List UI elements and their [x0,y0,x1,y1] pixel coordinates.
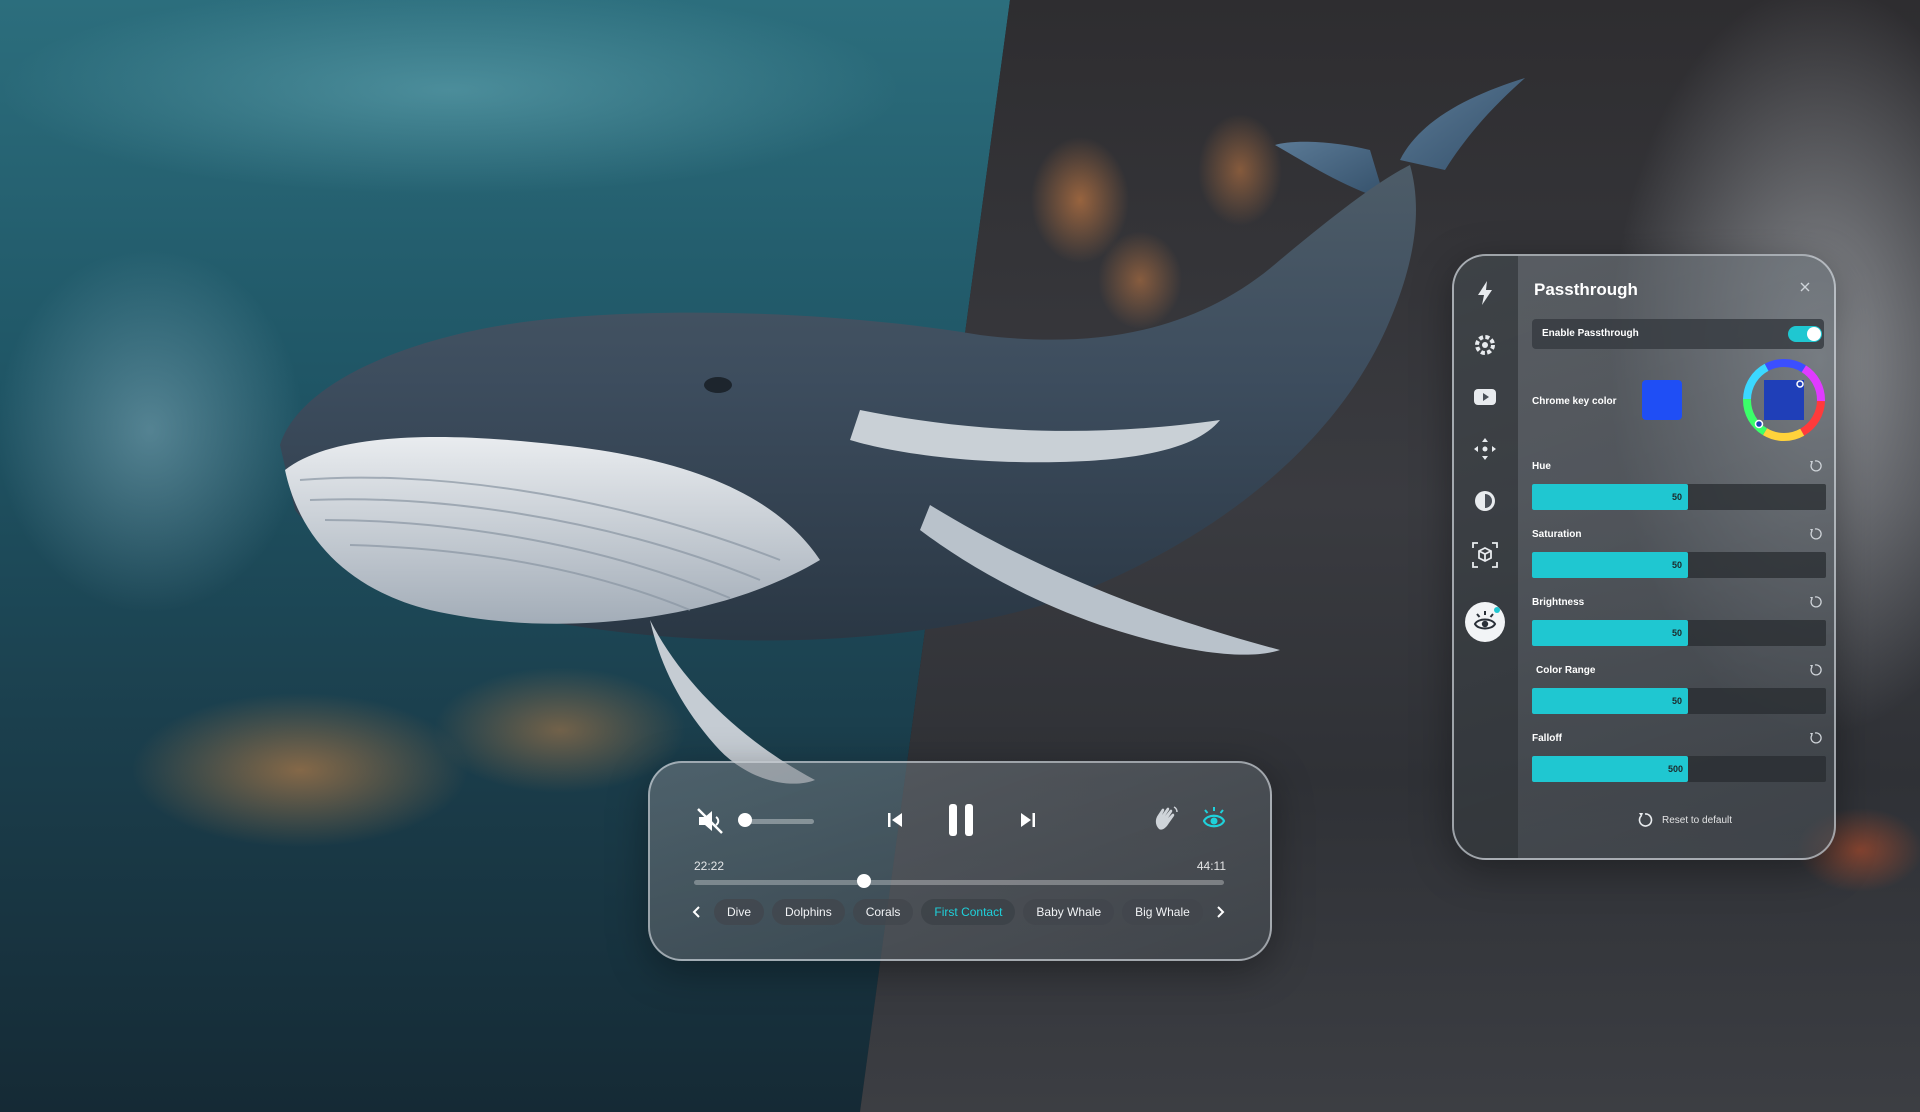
chapter-chip[interactable]: Dolphins [772,899,845,925]
reset-to-default-button[interactable]: Reset to default [1636,810,1732,830]
chroma-key-swatch[interactable] [1642,380,1682,420]
saturation-label: Saturation [1532,529,1582,540]
saturation-slider[interactable]: 50 [1532,552,1826,578]
slider-fill [1532,484,1688,510]
saturation-value: 50 [1672,560,1683,570]
3d-cube-icon[interactable] [1470,540,1500,570]
reset-icon[interactable] [1808,459,1822,473]
close-icon[interactable] [1798,280,1812,294]
passthrough-panel: Passthrough Enable Passthrough Chrome ke… [1452,254,1836,860]
toggle-knob [1807,327,1821,341]
total-time: 44:11 [1196,859,1226,873]
chevron-right-icon[interactable] [1211,903,1229,921]
sidebar-item-passthrough[interactable] [1465,602,1505,642]
speaker-muted-icon[interactable] [694,805,726,837]
chapter-chip-active[interactable]: First Contact [921,899,1016,925]
color-range-value: 50 [1672,696,1683,706]
falloff-label: Falloff [1532,733,1562,744]
chapter-chip[interactable]: Dive [714,899,765,925]
hue-label: Hue [1532,461,1551,472]
skip-next-icon[interactable] [1017,809,1039,831]
hand-wave-icon[interactable] [1150,803,1182,835]
slider-fill [1532,620,1688,646]
skip-previous-icon[interactable] [884,809,906,831]
hue-slider[interactable]: 50 [1532,484,1826,510]
color-wheel-picker[interactable] [1742,358,1826,442]
reset-icon [1638,813,1653,827]
seek-bar[interactable] [694,880,1224,885]
slider-fill [1532,756,1688,782]
chapter-list: Dive Dolphins Corals First Contact Baby … [688,897,1234,927]
passthrough-eye-icon[interactable] [1198,803,1230,835]
chevron-left-icon[interactable] [688,903,706,921]
xr-scene: 22:22 44:11 Dive Dolphins Corals First C… [0,0,1920,1112]
chapter-chip[interactable]: Corals [852,899,914,925]
reset-to-default-label: Reset to default [1662,814,1733,826]
reset-icon[interactable] [1808,595,1822,609]
enable-passthrough-row: Enable Passthrough [1532,319,1824,349]
falloff-value: 500 [1668,764,1684,774]
volume-slider-handle[interactable] [738,813,752,827]
brightness-label: Brightness [1532,597,1585,608]
slider-fill [1532,552,1688,578]
seek-bar-handle[interactable] [856,874,871,888]
chapter-chip[interactable]: Big Whale [1122,899,1203,925]
brightness-icon[interactable] [1470,486,1500,516]
lightning-icon[interactable] [1470,278,1500,308]
color-range-slider[interactable]: 50 [1532,688,1826,714]
enable-passthrough-toggle[interactable] [1788,326,1822,342]
pause-icon[interactable] [944,801,978,839]
slider-fill [1532,688,1688,714]
current-time: 22:22 [694,859,725,873]
passthrough-eye-icon [1473,607,1500,630]
chroma-key-label: Chrome key color [1532,396,1617,407]
color-range-label: Color Range [1536,665,1596,676]
gear-icon[interactable] [1470,330,1500,360]
reset-icon[interactable] [1808,663,1822,677]
panel-title: Passthrough [1534,280,1638,299]
brightness-slider[interactable]: 50 [1532,620,1826,646]
brightness-value: 50 [1672,628,1683,638]
reset-icon[interactable] [1808,731,1822,745]
video-play-icon[interactable] [1470,382,1500,412]
hue-value: 50 [1672,492,1683,502]
move-arrows-icon[interactable] [1470,434,1500,464]
volume-slider[interactable] [742,819,814,824]
media-player: 22:22 44:11 Dive Dolphins Corals First C… [648,761,1272,961]
chapter-chip[interactable]: Baby Whale [1023,899,1115,925]
reset-icon[interactable] [1808,527,1822,541]
panel-sidebar [1454,256,1518,858]
enable-passthrough-label: Enable Passthrough [1542,328,1639,339]
falloff-slider[interactable]: 500 [1532,756,1826,782]
